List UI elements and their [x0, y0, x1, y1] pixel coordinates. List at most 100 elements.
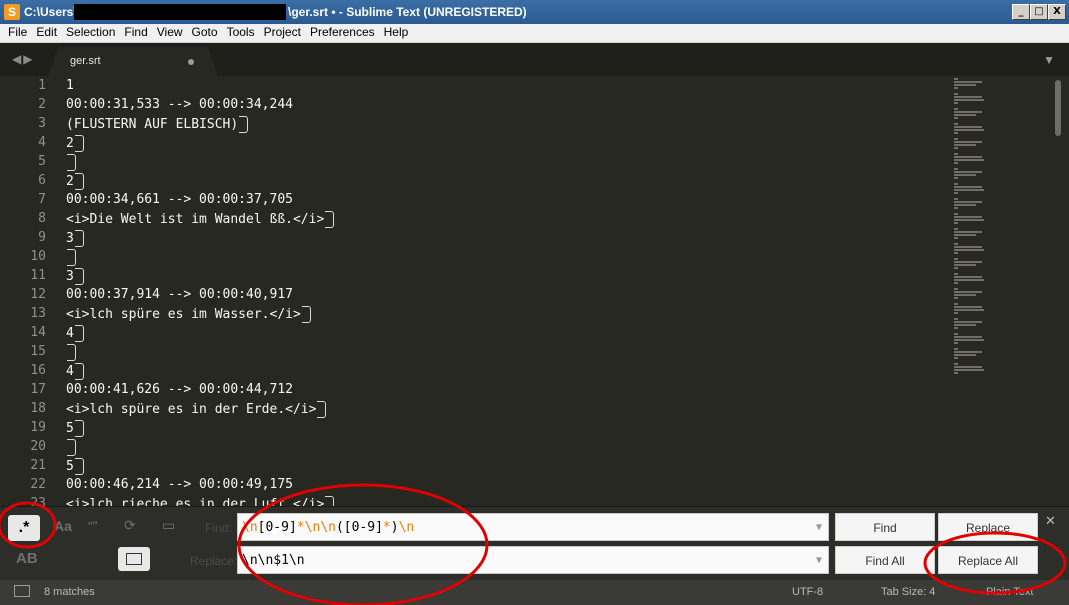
replace-button[interactable]: Replace [938, 513, 1038, 541]
maximize-button[interactable]: □ [1030, 4, 1048, 20]
minimap-line [954, 258, 958, 260]
editor-area[interactable]: 1 2 3 4 5 6 7 8 9 10 11 12 13 14 15 16 17 18 19 20 21 22 23 10… [0, 76, 1069, 506]
minimap-line [954, 141, 982, 143]
code-line [66, 154, 76, 171]
find-button[interactable]: Find [835, 513, 935, 541]
code-line-text: 00:00:34,661 --> 00:00:37,705 [66, 192, 293, 207]
minimap-line [954, 246, 982, 248]
case-sensitive-toggle[interactable]: Aa [54, 518, 72, 534]
minimap-line [954, 339, 984, 341]
code-line-text: 4 [66, 364, 74, 379]
regex-toggle-button[interactable]: .* [8, 515, 40, 541]
tab-size-indicator[interactable]: Tab Size: 4 [881, 586, 935, 598]
minimap-line [954, 162, 958, 164]
find-history-dropdown-icon[interactable]: ▼ [816, 514, 822, 542]
match-count: 8 matches [44, 586, 95, 598]
minimap-line [954, 294, 976, 296]
wrap-toggle-icon[interactable]: ⟳ [124, 517, 136, 534]
replace-input[interactable]: \n\n$1\n ▼ [237, 546, 829, 574]
minimap-line [954, 216, 982, 218]
in-selection-toggle-icon[interactable]: ▭ [162, 517, 175, 534]
minimap-line [954, 99, 984, 101]
highlight-matches-icon [126, 553, 142, 565]
code-line: <i>lch spüre es in der Erde.</i> [66, 401, 327, 418]
match-highlight-box [67, 344, 76, 361]
find-regex-token: \n [398, 520, 415, 535]
minimap-line [954, 267, 958, 269]
preserve-case-toggle[interactable]: AB [16, 550, 38, 567]
menu-bar: File Edit Selection Find View Goto Tools Projec… [0, 24, 1069, 43]
title-bar: S C:\Users\ \ger.srt • - Sublime Text (U… [0, 0, 1069, 24]
find-regex-token: * [296, 520, 305, 535]
menu-view[interactable]: View [153, 24, 187, 40]
minimap-line [954, 177, 958, 179]
match-highlight-box [74, 268, 84, 285]
minimap-line [954, 273, 958, 275]
tab-nav-arrows-icon[interactable]: ◀▶ [12, 52, 34, 66]
code-line-text: <i>lch rieche es in der Luft.</i> [66, 497, 325, 506]
match-highlight-box [74, 458, 84, 475]
match-highlight-box [67, 154, 76, 171]
minimap-line [954, 93, 958, 95]
minimap[interactable] [952, 76, 1052, 506]
redacted-path [74, 4, 286, 20]
match-highlight-box [325, 211, 335, 228]
find-input[interactable]: \n[0-9]*\n\n([0-9]*)\n ▼ [237, 513, 829, 541]
minimap-line [954, 327, 958, 329]
menu-find[interactable]: Find [120, 24, 151, 40]
vertical-scrollbar[interactable] [1055, 80, 1061, 136]
close-find-panel-icon[interactable]: ✕ [1045, 513, 1056, 529]
code-line: <i>lch spüre es im Wasser.</i> [66, 306, 311, 323]
minimap-line [954, 87, 958, 89]
minimap-line [954, 198, 958, 200]
find-regex-token: [0-9] [343, 520, 383, 535]
minimap-line [954, 336, 982, 338]
syntax-indicator[interactable]: Plain Text [986, 586, 1034, 598]
code-line-text: <i>Die Welt ist im Wandel ßß.</i> [66, 212, 325, 227]
line-number: 8 [38, 211, 46, 226]
minimize-button[interactable]: _ [1012, 4, 1030, 20]
tab-list-dropdown-icon[interactable]: ▼ [1043, 53, 1055, 67]
line-number: 13 [30, 306, 46, 321]
code-line: 2 [66, 135, 84, 152]
code-line: 5 [66, 420, 84, 437]
minimap-line [954, 303, 958, 305]
code-line: 00:00:46,214 --> 00:00:49,175 [66, 477, 293, 492]
minimap-line [954, 333, 958, 335]
code-line: 00:00:34,661 --> 00:00:37,705 [66, 192, 293, 207]
code-line [66, 249, 76, 266]
minimap-line [954, 261, 982, 263]
minimap-line [954, 159, 984, 161]
menu-file[interactable]: File [4, 24, 31, 40]
encoding-indicator[interactable]: UTF-8 [792, 586, 823, 598]
whole-word-toggle[interactable]: “” [88, 518, 97, 534]
highlight-matches-toggle[interactable] [118, 547, 150, 571]
replace-history-dropdown-icon[interactable]: ▼ [816, 547, 822, 575]
menu-project[interactable]: Project [260, 24, 305, 40]
minimap-line [954, 369, 984, 371]
minimap-line [954, 318, 958, 320]
minimap-line [954, 156, 982, 158]
minimap-line [954, 282, 958, 284]
menu-goto[interactable]: Goto [188, 24, 222, 40]
line-number: 15 [30, 344, 46, 359]
code-line: 3 [66, 230, 84, 247]
menu-help[interactable]: Help [380, 24, 413, 40]
find-all-button[interactable]: Find All [835, 546, 935, 574]
tab-ger-srt[interactable]: ger.srt [48, 47, 218, 76]
replace-all-button[interactable]: Replace All [938, 546, 1038, 574]
menu-selection[interactable]: Selection [62, 24, 119, 40]
match-highlight-box [317, 401, 327, 418]
minimap-line [954, 147, 958, 149]
minimap-line [954, 213, 958, 215]
menu-edit[interactable]: Edit [32, 24, 61, 40]
unsaved-dot-icon[interactable] [188, 59, 194, 65]
menu-preferences[interactable]: Preferences [306, 24, 379, 40]
minimap-line [954, 201, 982, 203]
panel-switcher-icon[interactable] [14, 585, 30, 597]
minimap-line [954, 183, 958, 185]
close-button[interactable]: X [1048, 4, 1066, 20]
minimap-line [954, 237, 958, 239]
menu-tools[interactable]: Tools [223, 24, 259, 40]
minimap-line [954, 363, 958, 365]
